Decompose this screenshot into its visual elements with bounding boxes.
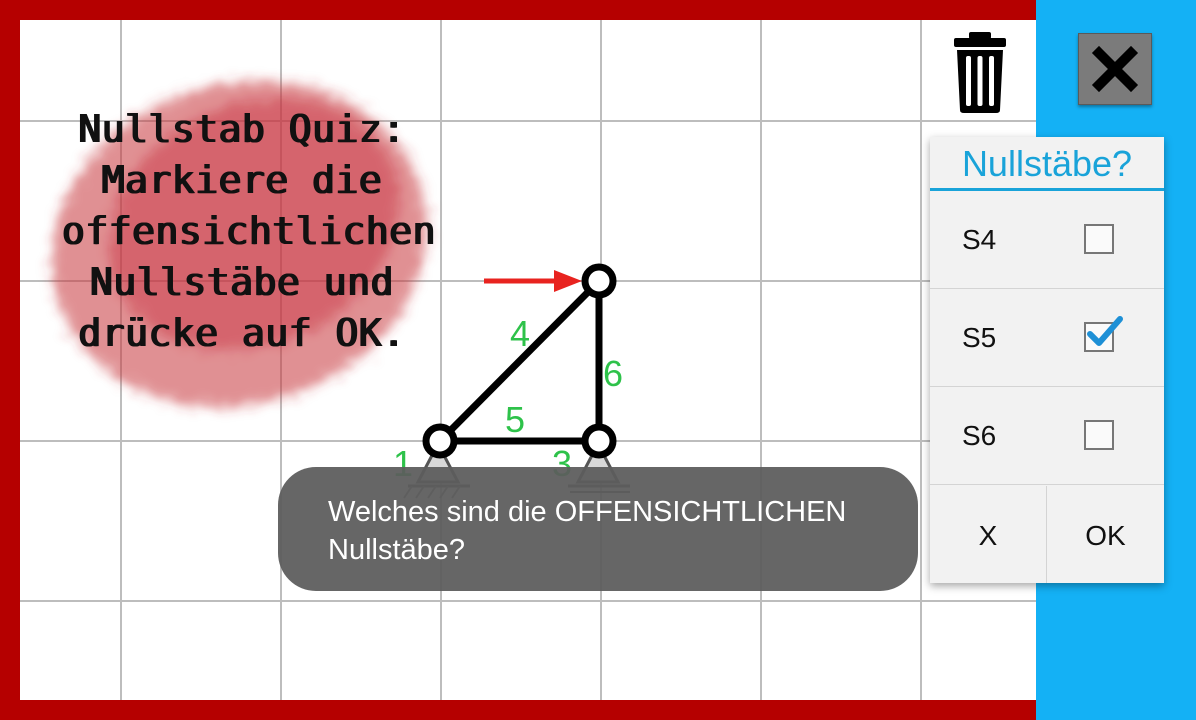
truss-diagram[interactable]: 1 3 4 5 6 — [0, 0, 1036, 720]
option-row-s5[interactable]: S5 — [930, 289, 1164, 387]
option-label: S5 — [962, 322, 997, 353]
panel-button-bar: X OK — [930, 486, 1164, 583]
panel-title: Nullstäbe? — [930, 137, 1164, 191]
option-row-s4[interactable]: S4 — [930, 191, 1164, 289]
close-icon — [1091, 45, 1139, 93]
cancel-button[interactable]: X — [930, 486, 1047, 583]
member-number-5: 5 — [505, 399, 525, 440]
ok-button[interactable]: OK — [1047, 486, 1164, 583]
toast-message: Welches sind die OFFENSICHTLICHEN Nullst… — [278, 467, 918, 591]
member-number-6: 6 — [603, 353, 623, 394]
node-left[interactable] — [422, 423, 458, 459]
node-top[interactable] — [581, 263, 617, 299]
close-button[interactable] — [1078, 33, 1152, 105]
toast-text: Welches sind die OFFENSICHTLICHEN Nullst… — [328, 496, 847, 566]
member-number-4: 4 — [510, 313, 530, 354]
node-right[interactable] — [581, 423, 617, 459]
checkbox-s4[interactable] — [1084, 224, 1114, 254]
option-label: S4 — [962, 224, 997, 255]
checkmark-icon — [1087, 316, 1123, 346]
zero-member-panel: Nullstäbe? S4 S5 S6 X OK — [930, 137, 1164, 583]
trash-icon[interactable] — [950, 30, 1010, 114]
option-label: S6 — [962, 420, 997, 451]
force-arrow — [484, 270, 582, 292]
option-row-s6[interactable]: S6 — [930, 387, 1164, 485]
checkbox-s5[interactable] — [1084, 316, 1123, 352]
checkbox-s6[interactable] — [1084, 420, 1114, 450]
